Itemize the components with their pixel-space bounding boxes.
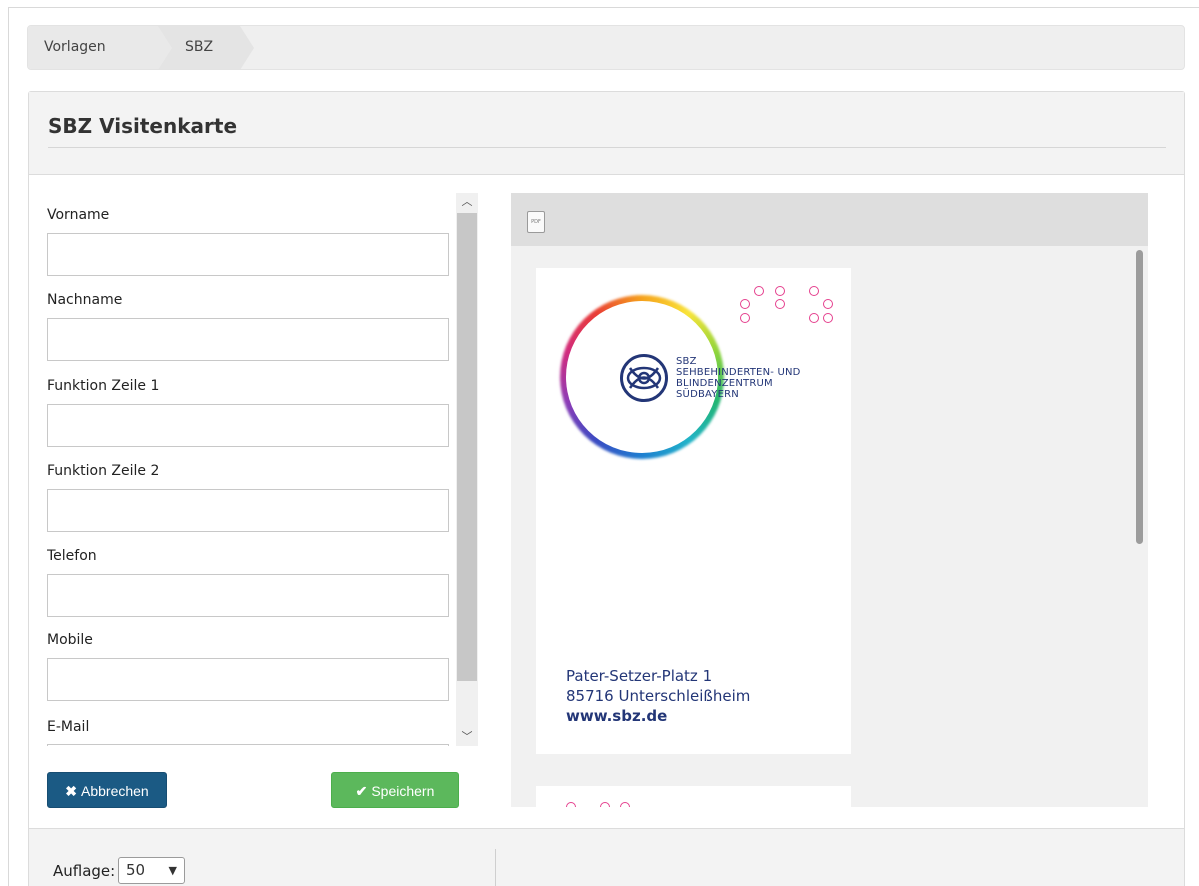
- logo-line: SBZ: [676, 356, 697, 367]
- card-website: www.sbz.de: [566, 707, 668, 725]
- save-button[interactable]: ✔ Speichern: [331, 772, 459, 808]
- address-city: 85716 Unterschleißheim: [566, 687, 751, 705]
- email-label: E-Mail: [47, 719, 90, 735]
- nachname-field[interactable]: [47, 318, 449, 361]
- chevron-up-icon[interactable]: ︿: [456, 193, 478, 211]
- panel-footer: Auflage: 50 ▼: [29, 828, 1184, 886]
- braille-dot: [809, 313, 819, 323]
- footer-divider: [495, 849, 496, 886]
- chevron-down-icon: ▼: [168, 864, 177, 877]
- pdf-preview[interactable]: PDF SBZ SEHBEHINDERTEN- UND BLINDENZENTR…: [511, 193, 1148, 807]
- funktion-zeile-2-field[interactable]: [47, 489, 449, 532]
- preview-scroll-thumb[interactable]: [1136, 250, 1143, 544]
- auflage-value: 50: [126, 861, 146, 879]
- nachname-label: Nachname: [47, 292, 123, 308]
- auflage-label: Auflage:: [53, 862, 116, 880]
- address-street: Pater-Setzer-Platz 1: [566, 667, 713, 685]
- business-card-preview: SBZ SEHBEHINDERTEN- UND BLINDENZENTRUM S…: [536, 268, 851, 754]
- times-icon: ✖: [65, 783, 77, 799]
- mobile-label: Mobile: [47, 632, 93, 648]
- sbz-emblem-svg: [626, 366, 662, 390]
- header-divider: [48, 147, 1166, 148]
- braille-dot: [566, 802, 576, 807]
- braille-dot: [809, 286, 819, 296]
- braille-dot: [740, 313, 750, 323]
- preview-toolbar: PDF: [511, 193, 1148, 246]
- pdf-icon[interactable]: PDF: [527, 211, 545, 233]
- vorname-label: Vorname: [47, 207, 110, 223]
- card-address: Pater-Setzer-Platz 1 85716 Unterschleißh…: [566, 666, 750, 726]
- vorname-field[interactable]: [47, 233, 449, 276]
- braille-dot: [620, 802, 630, 807]
- breadcrumb-separator: [158, 26, 172, 69]
- business-card-form: Vorname Nachname Funktion Zeile 1 Funkti…: [47, 193, 477, 746]
- braille-dot: [600, 802, 610, 807]
- sbz-emblem-icon: [620, 354, 668, 402]
- logo-line: SEHBEHINDERTEN- UND: [676, 367, 801, 378]
- auflage-select[interactable]: 50 ▼: [118, 857, 185, 884]
- braille-dot: [754, 286, 764, 296]
- funktion-zeile-2-label: Funktion Zeile 2: [47, 463, 160, 479]
- logo-line: SÜDBAYERN: [676, 389, 739, 400]
- form-scroll-thumb[interactable]: [457, 213, 477, 681]
- breadcrumb-item-vorlagen[interactable]: Vorlagen: [28, 26, 158, 69]
- braille-dot: [775, 299, 785, 309]
- page-title: SBZ Visitenkarte: [48, 114, 238, 138]
- breadcrumb-separator: [240, 26, 254, 69]
- braille-dot: [823, 313, 833, 323]
- logo-line: BLINDENZENTRUM: [676, 378, 773, 389]
- save-label: Speichern: [371, 783, 435, 799]
- cancel-label: Abbrechen: [81, 783, 149, 799]
- telefon-label: Telefon: [47, 548, 97, 564]
- panel-header: SBZ Visitenkarte: [29, 92, 1184, 175]
- form-scrollbar[interactable]: ︿ ﹀: [456, 193, 478, 746]
- business-card-back-preview: [536, 786, 851, 807]
- mobile-field[interactable]: [47, 658, 449, 701]
- braille-dot: [823, 299, 833, 309]
- check-icon: ✔: [355, 783, 368, 799]
- sbz-wordmark: SBZ SEHBEHINDERTEN- UND BLINDENZENTRUM S…: [676, 356, 801, 400]
- chevron-down-icon[interactable]: ﹀: [456, 728, 478, 746]
- breadcrumb: Vorlagen SBZ: [27, 25, 1185, 70]
- telefon-field[interactable]: [47, 574, 449, 617]
- funktion-zeile-1-field[interactable]: [47, 404, 449, 447]
- funktion-zeile-1-label: Funktion Zeile 1: [47, 378, 160, 394]
- cancel-button[interactable]: ✖ Abbrechen: [47, 772, 167, 808]
- braille-dot: [740, 299, 750, 309]
- email-field[interactable]: [47, 744, 449, 746]
- braille-dot: [775, 286, 785, 296]
